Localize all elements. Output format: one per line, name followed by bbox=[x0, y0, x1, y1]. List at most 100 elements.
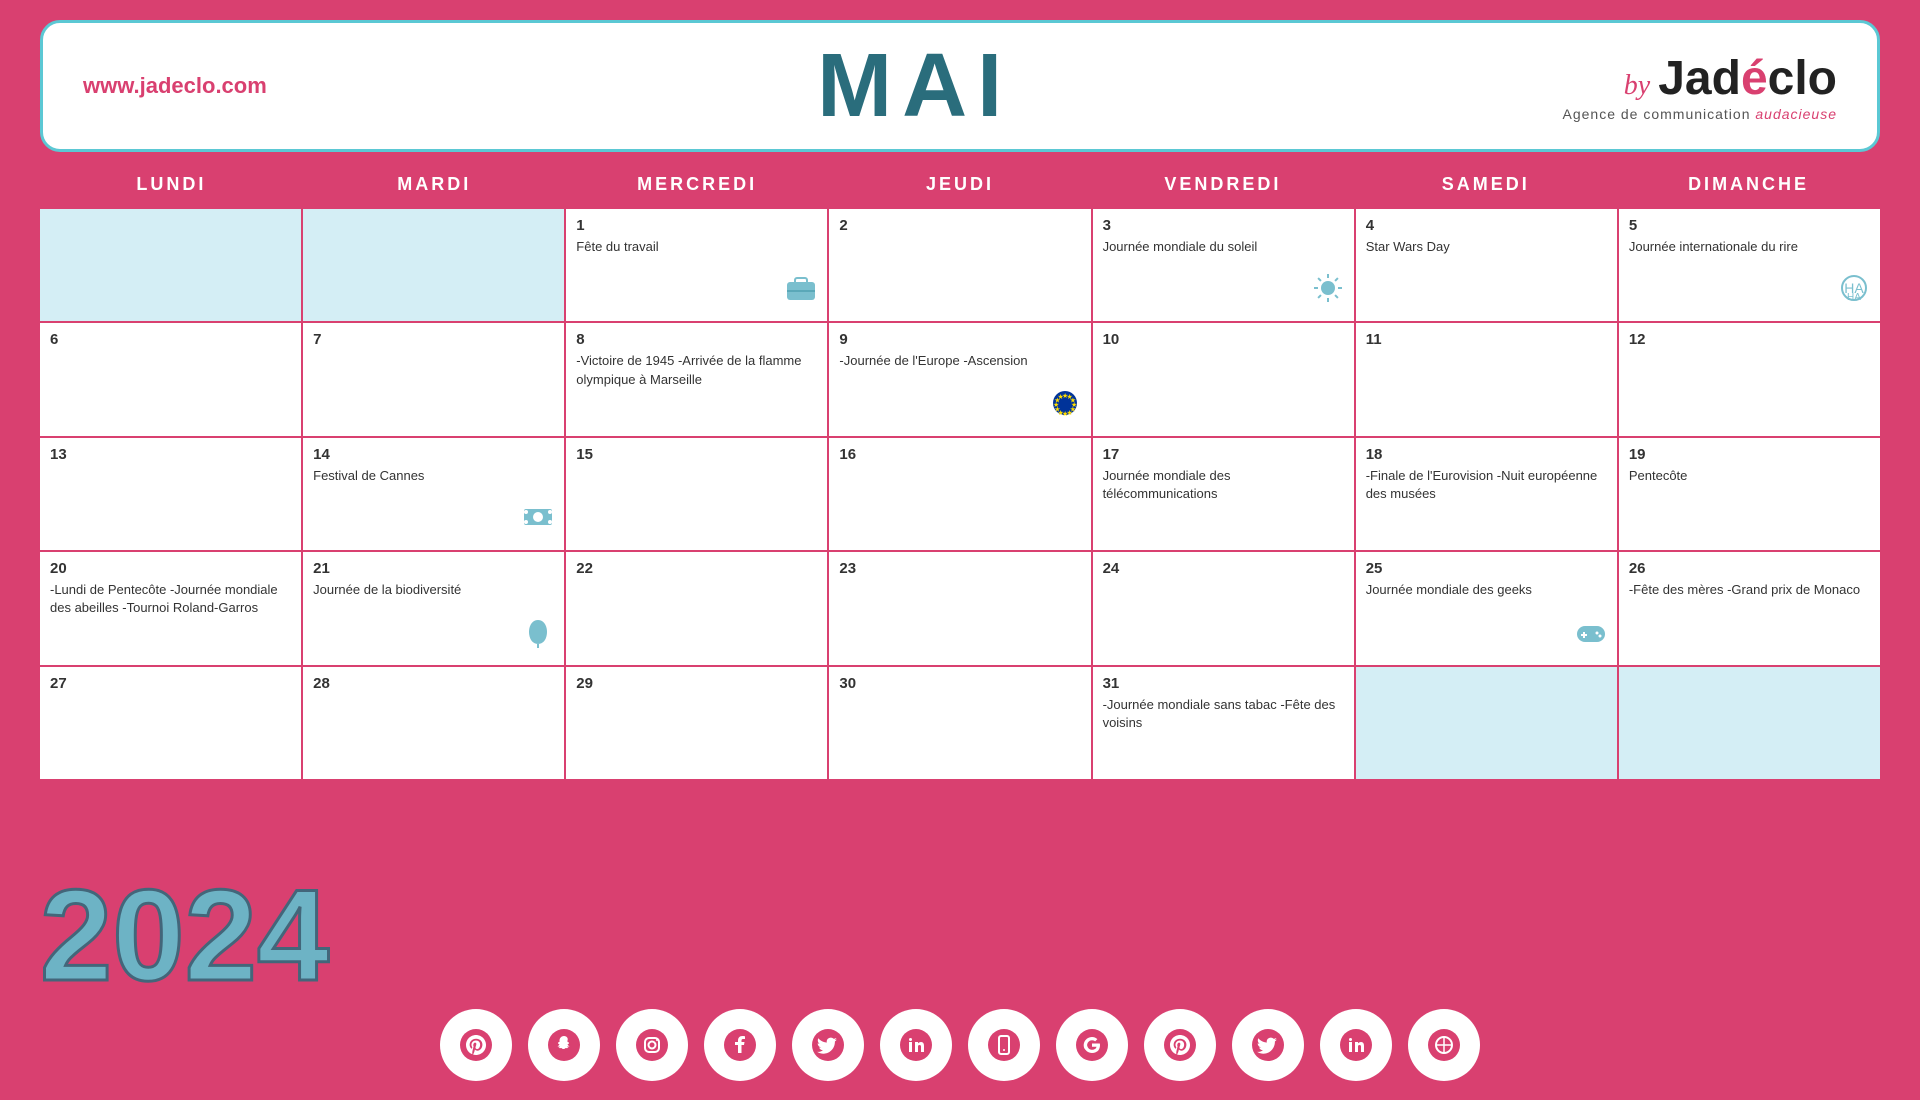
social-linkedin[interactable] bbox=[880, 1009, 952, 1081]
calendar-cell-1 bbox=[303, 209, 564, 321]
social-circle[interactable] bbox=[1408, 1009, 1480, 1081]
cell-day-number: 18 bbox=[1366, 446, 1607, 463]
logo-by: by bbox=[1624, 70, 1650, 102]
calendar-cell-18: 17Journée mondiale des télécommunication… bbox=[1093, 438, 1354, 550]
cell-event-text: Fête du travail bbox=[576, 238, 817, 256]
social-snapchat[interactable] bbox=[528, 1009, 600, 1081]
cell-event-text: Journée mondiale des geeks bbox=[1366, 581, 1607, 599]
calendar-cell-26: 25 Journée mondiale des geeks bbox=[1356, 552, 1617, 664]
calendar-cell-4: 3 Journée mondiale du soleil bbox=[1093, 209, 1354, 321]
calendar-cell-7: 6 bbox=[40, 323, 301, 435]
calendar-grid: 1 Fête du travail 23 Journée mondiale du so… bbox=[40, 209, 1880, 779]
day-header-jeudi: JEUDI bbox=[829, 162, 1092, 207]
cell-day-number: 15 bbox=[576, 446, 817, 463]
calendar-cell-14: 13 bbox=[40, 438, 301, 550]
day-header-mardi: MARDI bbox=[303, 162, 566, 207]
cell-day-number: 23 bbox=[839, 560, 1080, 577]
day-headers: LUNDI MARDI MERCREDI JEUDI VENDREDI SAME… bbox=[40, 162, 1880, 207]
cell-day-number: 29 bbox=[576, 675, 817, 692]
cell-event-text: -Fête des mères -Grand prix de Monaco bbox=[1629, 581, 1870, 599]
cell-day-number: 31 bbox=[1103, 675, 1344, 692]
cell-day-number: 5 bbox=[1629, 217, 1870, 234]
cell-day-number: 21 bbox=[313, 560, 554, 577]
social-google[interactable] bbox=[1056, 1009, 1128, 1081]
cell-day-number: 25 bbox=[1366, 560, 1607, 577]
calendar-cell-6: 5 Journée internationale du rire HAHA bbox=[1619, 209, 1880, 321]
calendar-cell-10: 9-Journée de l'Europe -Ascension★★★★★★★★… bbox=[829, 323, 1090, 435]
cell-event-text: -Journée mondiale sans tabac -Fête des v… bbox=[1103, 696, 1344, 732]
calendar-cell-34 bbox=[1619, 667, 1880, 779]
logo: by Jadéclo Agence de communication audac… bbox=[1563, 51, 1838, 122]
svg-text:★: ★ bbox=[1057, 393, 1063, 401]
cell-event-text: -Lundi de Pentecôte -Journée mondiale de… bbox=[50, 581, 291, 617]
cell-day-number: 22 bbox=[576, 560, 817, 577]
social-pinterest[interactable] bbox=[440, 1009, 512, 1081]
cell-day-number: 14 bbox=[313, 446, 554, 463]
calendar-cell-13: 12 bbox=[1619, 323, 1880, 435]
calendar-cell-29: 28 bbox=[303, 667, 564, 779]
calendar-cell-28: 27 bbox=[40, 667, 301, 779]
logo-name: Jadéclo bbox=[1658, 51, 1837, 106]
social-mobile[interactable] bbox=[968, 1009, 1040, 1081]
briefcase-icon bbox=[783, 270, 819, 313]
cell-day-number: 28 bbox=[313, 675, 554, 692]
calendar-cell-24: 23 bbox=[829, 552, 1090, 664]
website-url: www.jadeclo.com bbox=[83, 73, 267, 99]
cell-event-text: -Finale de l'Eurovision -Nuit européenne… bbox=[1366, 467, 1607, 503]
cell-day-number: 24 bbox=[1103, 560, 1344, 577]
calendar-cell-22: 21 Journée de la biodiversité bbox=[303, 552, 564, 664]
cell-day-number: 4 bbox=[1366, 217, 1607, 234]
cell-day-number: 16 bbox=[839, 446, 1080, 463]
cell-day-number: 30 bbox=[839, 675, 1080, 692]
cell-day-number: 3 bbox=[1103, 217, 1344, 234]
cell-event-text: Journée mondiale des télécommunications bbox=[1103, 467, 1344, 503]
social-facebook[interactable] bbox=[704, 1009, 776, 1081]
day-header-mercredi: MERCREDI bbox=[566, 162, 829, 207]
month-title: MAI bbox=[817, 41, 1012, 131]
social-pinterest-2[interactable] bbox=[1144, 1009, 1216, 1081]
calendar-cell-11: 10 bbox=[1093, 323, 1354, 435]
cell-day-number: 27 bbox=[50, 675, 291, 692]
day-header-dimanche: DIMANCHE bbox=[1617, 162, 1880, 207]
cell-event-text: Star Wars Day bbox=[1366, 238, 1607, 256]
calendar-cell-15: 14 Festival de Cannes bbox=[303, 438, 564, 550]
calendar-cell-2: 1 Fête du travail bbox=[566, 209, 827, 321]
calendar-cell-19: 18 -Finale de l'Eurovision -Nuit européen… bbox=[1356, 438, 1617, 550]
cell-day-number: 8 bbox=[576, 331, 817, 348]
cell-event-text: Journée de la biodiversité bbox=[313, 581, 554, 599]
cell-day-number: 1 bbox=[576, 217, 817, 234]
cell-day-number: 10 bbox=[1103, 331, 1344, 348]
cell-event-text: Festival de Cannes bbox=[313, 467, 554, 485]
cell-day-number: 20 bbox=[50, 560, 291, 577]
eu-icon: ★★★★★★★★★★★★ bbox=[1047, 385, 1083, 428]
calendar-cell-8: 7 bbox=[303, 323, 564, 435]
social-linkedin-2[interactable] bbox=[1320, 1009, 1392, 1081]
gamepad-icon bbox=[1573, 614, 1609, 657]
cell-event-text: -Journée de l'Europe -Ascension bbox=[839, 352, 1080, 370]
calendar-cell-20: 19 Pentecôte bbox=[1619, 438, 1880, 550]
cell-event-text: Pentecôte bbox=[1629, 467, 1870, 485]
calendar-cell-17: 16 bbox=[829, 438, 1090, 550]
calendar-cell-21: 20 -Lundi de Pentecôte -Journée mondiale … bbox=[40, 552, 301, 664]
social-instagram[interactable] bbox=[616, 1009, 688, 1081]
calendar-cell-23: 22 bbox=[566, 552, 827, 664]
social-twitter[interactable] bbox=[792, 1009, 864, 1081]
calendar-cell-32: 31 -Journée mondiale sans tabac -Fête des… bbox=[1093, 667, 1354, 779]
laugh-icon: HAHA bbox=[1836, 270, 1872, 313]
logo-subtitle-accent: audacieuse bbox=[1755, 106, 1837, 122]
cell-day-number: 7 bbox=[313, 331, 554, 348]
cell-event-text: Journée mondiale du soleil bbox=[1103, 238, 1344, 256]
social-twitter-2[interactable] bbox=[1232, 1009, 1304, 1081]
logo-subtitle: Agence de communication audacieuse bbox=[1563, 106, 1838, 122]
year-text: 2024 bbox=[40, 870, 329, 1000]
cell-day-number: 26 bbox=[1629, 560, 1870, 577]
cell-event-text: Journée internationale du rire bbox=[1629, 238, 1870, 256]
cell-event-text: -Victoire de 1945 -Arrivée de la flamme … bbox=[576, 352, 817, 388]
header: www.jadeclo.com MAI by Jadéclo Agence de… bbox=[40, 20, 1880, 152]
day-header-samedi: SAMEDI bbox=[1354, 162, 1617, 207]
calendar-area: LUNDI MARDI MERCREDI JEUDI VENDREDI SAME… bbox=[40, 162, 1880, 779]
calendar-cell-25: 24 bbox=[1093, 552, 1354, 664]
cell-day-number: 19 bbox=[1629, 446, 1870, 463]
calendar-cell-9: 8 -Victoire de 1945 -Arrivée de la flamme… bbox=[566, 323, 827, 435]
day-header-lundi: LUNDI bbox=[40, 162, 303, 207]
